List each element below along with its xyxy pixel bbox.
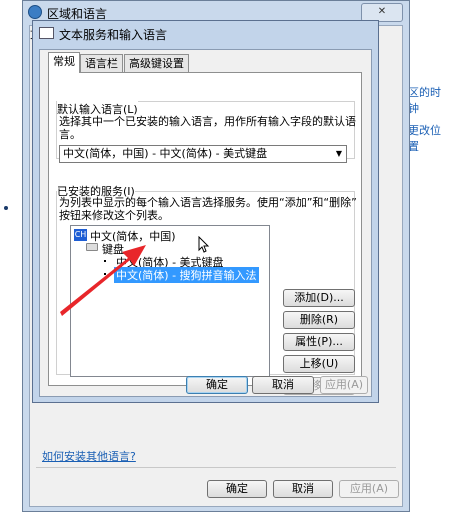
move-up-button[interactable]: 上移(U) [283, 355, 355, 373]
inner-apply-button[interactable]: 应用(A) [320, 376, 368, 394]
installed-services-description-1: 为列表中显示的每个输入语言选择服务。使用“添加”和“删除” [59, 196, 357, 209]
inner-body: 常规 语言栏 高级键设置 默认输入语言(L) 选择其中一个已安装的输入语言，用作… [39, 49, 372, 397]
tree-bullet [104, 260, 106, 262]
background-link-location[interactable]: 更改位置 [408, 122, 450, 154]
tree-item-sogou-pinyin[interactable]: 中文(简体) - 搜狗拼音输入法 [114, 267, 259, 283]
inner-ok-button[interactable]: 确定 [186, 376, 248, 394]
default-language-select[interactable]: 中文(简体，中国) - 中文(简体) - 美式键盘 ▼ [59, 145, 347, 163]
keyboard-window-icon [39, 27, 54, 39]
background-bullet [4, 206, 8, 210]
default-language-description: 选择其中一个已安装的输入语言，用作所有输入字段的默认语言。 [59, 115, 356, 141]
add-button[interactable]: 添加(D)... [283, 289, 355, 307]
language-badge: CH [74, 229, 87, 241]
background-page [0, 0, 24, 517]
general-tab-panel: 默认输入语言(L) 选择其中一个已安装的输入语言，用作所有输入字段的默认语言。 … [48, 72, 362, 395]
tab-general[interactable]: 常规 [48, 52, 80, 73]
properties-button[interactable]: 属性(P)... [283, 333, 355, 351]
installed-services-description-2: 按钮来修改这个列表。 [59, 209, 169, 222]
services-tree[interactable]: CH 中文(简体，中国) 键盘 中文(简体) - 美式键盘 中文(简体) - 搜… [70, 225, 270, 377]
tab-advanced-key-settings[interactable]: 高级键设置 [124, 54, 189, 72]
keyboard-icon [86, 243, 98, 251]
close-icon: ✕ [377, 6, 387, 17]
background-link-clock[interactable]: 区的时钟 [408, 84, 450, 116]
globe-icon [28, 5, 42, 19]
outer-apply-button[interactable]: 应用(A) [339, 480, 399, 498]
inner-title: 文本服务和输入语言 [59, 28, 168, 42]
outer-cancel-button[interactable]: 取消 [273, 480, 333, 498]
tab-language-bar[interactable]: 语言栏 [80, 54, 123, 72]
outer-separator [36, 467, 396, 468]
install-languages-link[interactable]: 如何安装其他语言? [42, 448, 136, 464]
inner-cancel-button[interactable]: 取消 [252, 376, 314, 394]
text-services-dialog: 文本服务和输入语言 常规 语言栏 高级键设置 默认输入语言(L) 选择其中一个已… [32, 20, 379, 403]
remove-button[interactable]: 删除(R) [283, 311, 355, 329]
default-language-value: 中文(简体，中国) - 中文(简体) - 美式键盘 [63, 147, 268, 160]
tree-bullet [104, 273, 106, 275]
mouse-cursor-icon [198, 236, 210, 253]
outer-ok-button[interactable]: 确定 [207, 480, 267, 498]
chevron-down-icon: ▼ [335, 149, 342, 158]
